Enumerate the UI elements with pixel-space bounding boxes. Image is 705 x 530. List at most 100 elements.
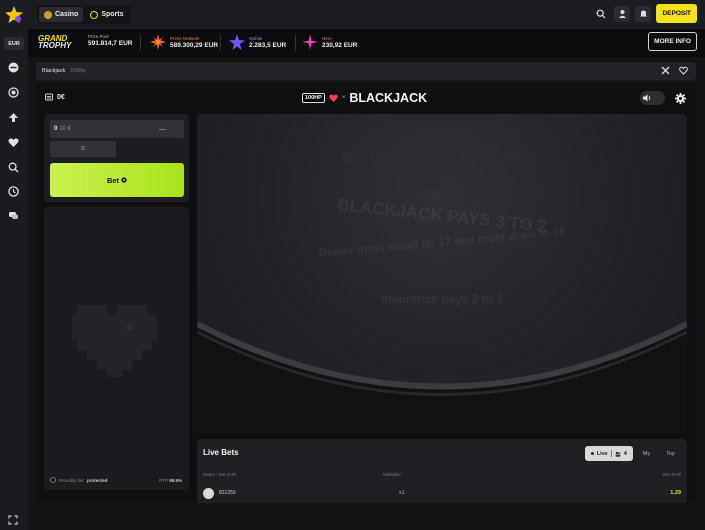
close-icon[interactable] [661, 66, 670, 75]
upload-arrow-icon[interactable] [8, 112, 19, 123]
halve-bet-button[interactable]: /2 [50, 141, 116, 157]
shield-icon [50, 477, 56, 483]
sound-toggle[interactable] [640, 91, 665, 105]
jackpot-mobile: Mobile 2.283,5 EUR [229, 34, 286, 50]
jackpot-value: 591.814,7 [88, 40, 117, 47]
balance-unit: € [60, 93, 65, 101]
clock-icon[interactable] [8, 186, 19, 197]
bet-win: 1.29 [670, 490, 681, 496]
tab-my[interactable]: My [637, 446, 656, 461]
tab-live[interactable]: Live 4 [584, 446, 633, 461]
tab-top[interactable]: Top [660, 446, 681, 461]
bet-player: 831259 [219, 490, 236, 496]
jackpot-prime-network: Prime Network 589.300,29 EUR [150, 34, 218, 50]
divider [220, 35, 221, 51]
deposit-button[interactable]: DEPOSIT [656, 4, 697, 23]
fair-value-text: protected [87, 477, 108, 483]
column-win: Win EUR [662, 472, 681, 477]
more-info-button[interactable]: MORE INFO [648, 32, 697, 51]
favorite-heart-icon[interactable] [679, 66, 688, 75]
jackpot-unit: EUR [204, 41, 219, 49]
left-sidebar: EUR [0, 29, 28, 530]
jackpot-value: 589.300,29 [170, 41, 203, 49]
live-bets-header: Name / Bet EUR Multiplier Win EUR [203, 472, 681, 477]
wallet-icon [45, 93, 53, 101]
insurance-rule: Insurance pays 2 to 1 [380, 292, 504, 306]
bet-button-label: Bet [106, 175, 120, 185]
search-icon[interactable] [8, 162, 19, 173]
fullscreen-icon[interactable] [8, 512, 18, 525]
decrease-button[interactable]: — [159, 126, 166, 133]
bet-amount-currency: 10 € [59, 126, 72, 132]
avatar [203, 487, 214, 499]
spade-emblem-icon [342, 124, 522, 190]
jackpot-prize-pool: Prize Pool 591.814,7 EUR [88, 34, 132, 47]
info-panel: Provably fair protected RTP 99.5% [44, 207, 189, 490]
column-name: Name / Bet EUR [203, 472, 237, 477]
breadcrumb-game[interactable]: Blackjack [42, 68, 65, 74]
live-dot-icon [590, 452, 594, 455]
pixel-heart-icon [72, 305, 157, 377]
fair-label-text: Provably fair [59, 477, 85, 483]
jackpot-unit: EUR [343, 41, 358, 49]
rtp-display: RTP 99.5% [159, 478, 182, 483]
divider [140, 35, 141, 51]
chat-icon[interactable] [8, 210, 19, 221]
bell-icon [639, 10, 647, 17]
live-bets-panel: Live Bets Live 4 My Top Name / Bet EUR M… [197, 439, 687, 503]
balance-display: 0€ [45, 93, 65, 101]
bet-button[interactable]: Bet [50, 163, 184, 197]
tab-casino-label: Casino [55, 11, 79, 18]
search-icon [597, 9, 606, 18]
search-button[interactable] [593, 6, 609, 22]
bet-amount-input[interactable]: 0 10 € — [50, 120, 184, 138]
jackpot-unit: EUR [272, 41, 287, 49]
game-tools [640, 91, 686, 105]
ball-icon [90, 10, 99, 19]
live-count: 4 [623, 450, 627, 457]
spiral-icon[interactable] [8, 87, 19, 98]
rtp-label: RTP [159, 478, 168, 483]
tab-sports-label: Sports [101, 11, 124, 18]
minus-circle-icon[interactable] [8, 62, 19, 73]
tab-casino[interactable]: Casino [39, 7, 84, 22]
bet-amount-value: 0 [54, 126, 58, 132]
brand-separator: × [341, 95, 346, 101]
table-rail [197, 321, 687, 434]
jackpot-hero: Hero 230,92 EUR [302, 34, 357, 50]
product-switcher: Casino Sports [37, 5, 131, 24]
table-row[interactable]: 831259 x1 1.29 [203, 486, 681, 500]
rtp-value: 99.5% [169, 478, 182, 483]
jackpot-value: 2.283,5 [249, 41, 271, 49]
top-right-actions: DEPOSIT [593, 4, 697, 23]
jackpot-unit: EUR [118, 40, 133, 47]
live-bets-title: Live Bets [203, 448, 239, 457]
provider-badge: 100HP [302, 93, 325, 103]
grand-trophy-logo[interactable]: GRAND TROPHY [38, 35, 72, 50]
speaker-icon [642, 93, 652, 103]
site-logo[interactable] [4, 5, 24, 25]
jackpot-value: 230,92 [322, 41, 342, 49]
game-breadcrumb: Blackjack 100hp [36, 62, 696, 80]
heart-logo-icon [329, 94, 338, 102]
tab-sports[interactable]: Sports [85, 7, 128, 22]
tab-divider [610, 450, 612, 457]
purple-star-icon [229, 34, 245, 50]
notifications-button[interactable] [635, 5, 652, 22]
jackpot-bar: GRAND TROPHY Prize Pool 591.814,7 EUR Pr… [28, 29, 705, 57]
blackjack-table[interactable]: BLACKJACK PAYS 3 TO 2 Dealer must stand … [197, 114, 687, 434]
currency-selector[interactable]: EUR [4, 37, 24, 50]
user-icon [618, 10, 626, 18]
trophy-line-2: TROPHY [38, 41, 72, 50]
column-multiplier: Multiplier [383, 472, 402, 477]
divider [295, 35, 296, 51]
settings-gear-icon[interactable] [675, 92, 686, 104]
profile-button[interactable] [614, 5, 631, 22]
bet-panel: 0 10 € — /2 Bet [44, 114, 189, 202]
game-title: BLACKJACK [349, 91, 428, 105]
bet-multiplier: x1 [399, 490, 405, 496]
heart-icon[interactable] [8, 137, 19, 148]
burst-star-icon [150, 34, 166, 50]
provably-fair-label[interactable]: Provably fair protected [50, 477, 108, 483]
breadcrumb-provider[interactable]: 100hp [70, 68, 85, 74]
